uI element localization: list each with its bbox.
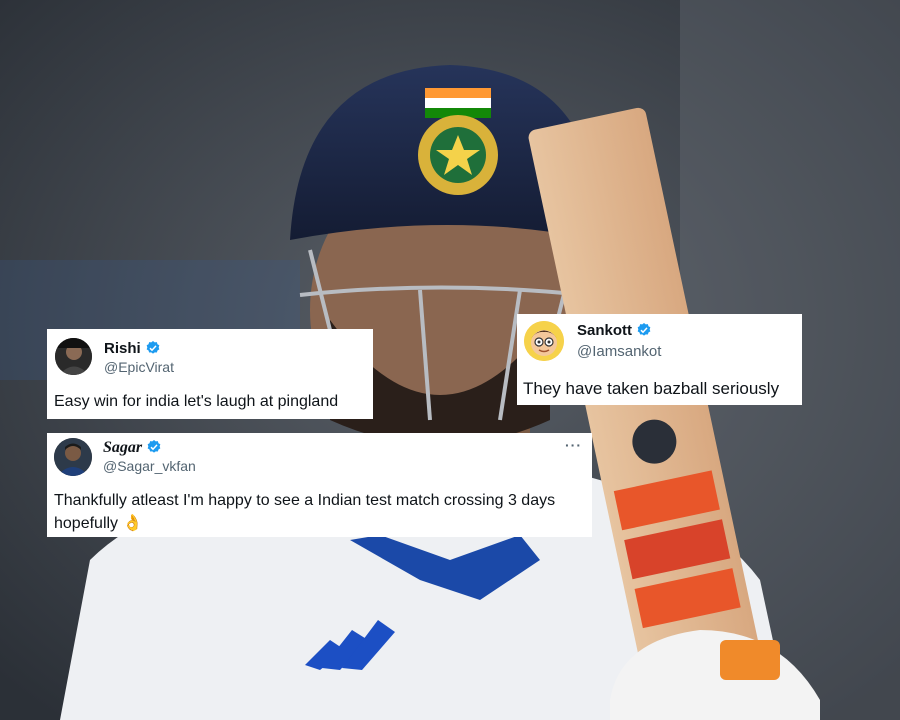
display-name-label: Rishi xyxy=(104,340,141,357)
profile-photo-icon xyxy=(55,338,92,375)
display-name[interactable]: Sagar xyxy=(103,439,162,457)
more-options-icon[interactable]: ··· xyxy=(565,437,582,453)
verified-badge-icon xyxy=(146,341,160,354)
avatar[interactable] xyxy=(55,338,92,375)
display-name[interactable]: Rishi xyxy=(104,340,161,358)
tweet-card-sagar[interactable]: Sagar ··· @Sagar_vkfan Thankfully atleas… xyxy=(47,433,592,537)
tweet-card-rishi[interactable]: Rishi @EpicVirat Easy win for india let'… xyxy=(47,329,373,419)
display-name-label: Sagar xyxy=(103,439,143,456)
avatar[interactable] xyxy=(54,438,92,476)
tweet-text: Thankfully atleast I'm happy to see a In… xyxy=(54,492,556,532)
avatar[interactable] xyxy=(524,321,564,361)
tweet-card-sankott[interactable]: Sankott @Iamsankot They have taken bazba… xyxy=(517,314,802,405)
tweet-text: They have taken bazball seriously xyxy=(523,379,780,398)
cartoon-face-avatar-icon xyxy=(524,321,564,361)
user-handle[interactable]: @Sagar_vkfan xyxy=(103,458,196,475)
profile-photo-icon xyxy=(54,438,92,476)
verified-badge-icon xyxy=(637,323,651,336)
tweet-text: Easy win for india let's laugh at pingla… xyxy=(54,393,339,410)
verified-badge-icon xyxy=(147,440,161,453)
user-handle[interactable]: @Iamsankot xyxy=(577,343,661,360)
display-name[interactable]: Sankott xyxy=(577,322,652,340)
user-handle[interactable]: @EpicVirat xyxy=(104,359,174,376)
display-name-label: Sankott xyxy=(577,322,633,339)
